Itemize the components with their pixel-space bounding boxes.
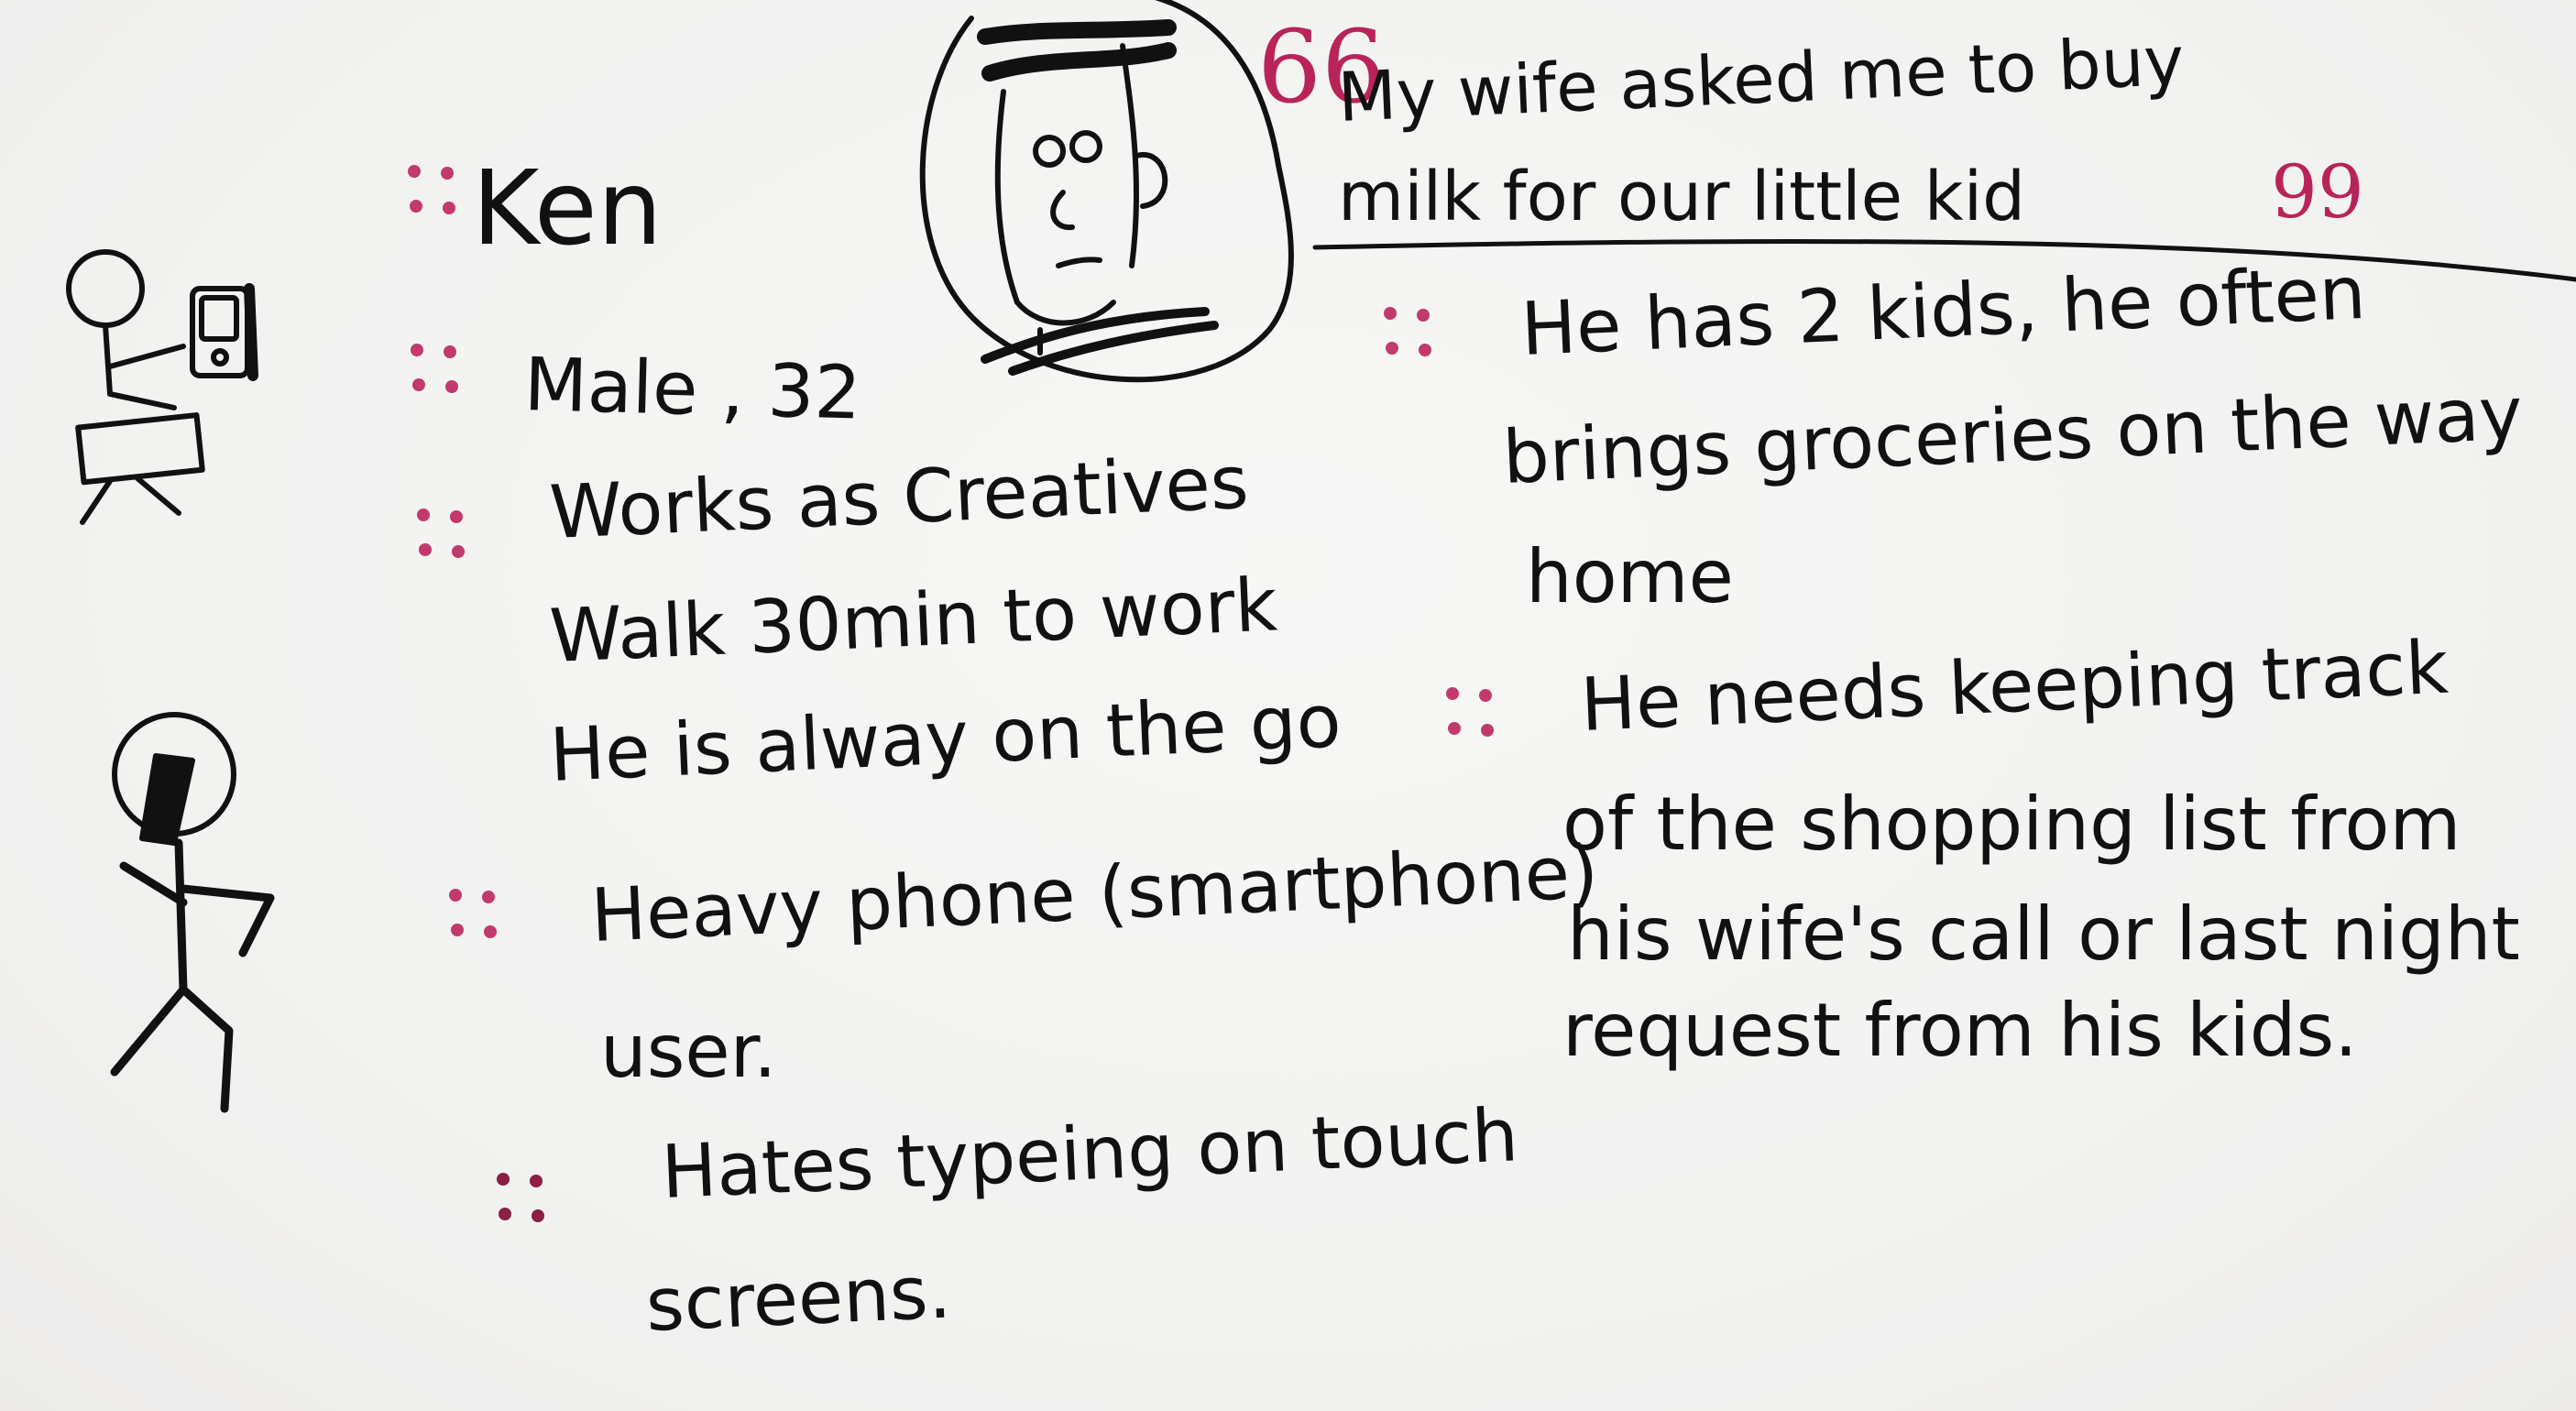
bullet-marker <box>411 344 466 399</box>
context-kids-line-3: home <box>1526 534 1734 619</box>
bullet-marker <box>449 889 504 944</box>
context-needs-line-2: of the shopping list from <box>1562 782 2461 867</box>
quote-line-2: milk for our little kid <box>1338 158 2026 236</box>
face-portrait-icon <box>919 0 1294 383</box>
stick-figure-walking-icon <box>110 712 275 1113</box>
fact-commute: Walk 30min to work <box>547 562 1279 679</box>
fact-phone-line-2: user. <box>600 1009 777 1094</box>
whiteboard: Ken Male , 32 Works as Creatives Walk 30… <box>0 0 2576 1411</box>
fact-mobility: He is alway on the go <box>547 678 1343 798</box>
stick-figure-with-device-icon <box>66 249 258 525</box>
fact-typing-line-2: screens. <box>643 1249 953 1348</box>
fact-phone-line-1: Heavy phone (smartphone) <box>588 829 1600 958</box>
context-needs-line-1: He needs keeping track <box>1578 624 2450 748</box>
fact-typing-line-1: Hates typeing on touch <box>659 1092 1520 1215</box>
fact-gender-age: Male , 32 <box>522 342 862 436</box>
bullet-marker <box>497 1173 552 1228</box>
context-needs-line-3: his wife's call or last night <box>1567 891 2520 977</box>
persona-name: Ken <box>472 149 663 268</box>
context-kids-line-2: brings groceries on the way <box>1500 370 2525 500</box>
quote-close-icon: 99 <box>2271 149 2364 235</box>
bullet-marker <box>1446 687 1501 742</box>
bullet-marker <box>408 165 463 220</box>
fact-job: Works as Creatives <box>547 439 1251 555</box>
bullet-marker <box>1384 307 1439 362</box>
context-needs-line-4: request from his kids. <box>1562 988 2358 1073</box>
bullet-marker <box>417 509 472 563</box>
quote-line-1: My wife asked me to buy <box>1336 21 2187 137</box>
